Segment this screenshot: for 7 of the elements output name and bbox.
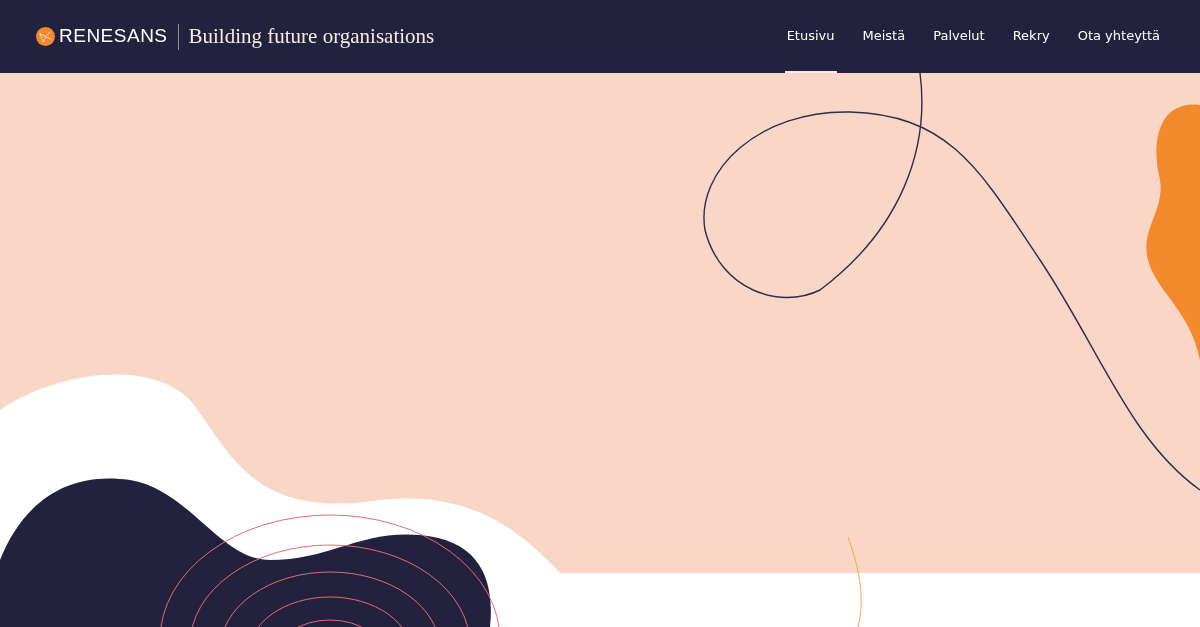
nav-link[interactable]: Rekry: [1010, 0, 1052, 73]
logo-icon: [36, 27, 55, 46]
brand-name[interactable]: RENESANS: [59, 22, 168, 51]
tagline: Building future organisations: [188, 22, 435, 50]
nav-link[interactable]: Palvelut: [931, 0, 987, 73]
nav-link[interactable]: Ota yhteyttä: [1075, 0, 1162, 73]
nav-link[interactable]: Meistä: [860, 0, 908, 73]
